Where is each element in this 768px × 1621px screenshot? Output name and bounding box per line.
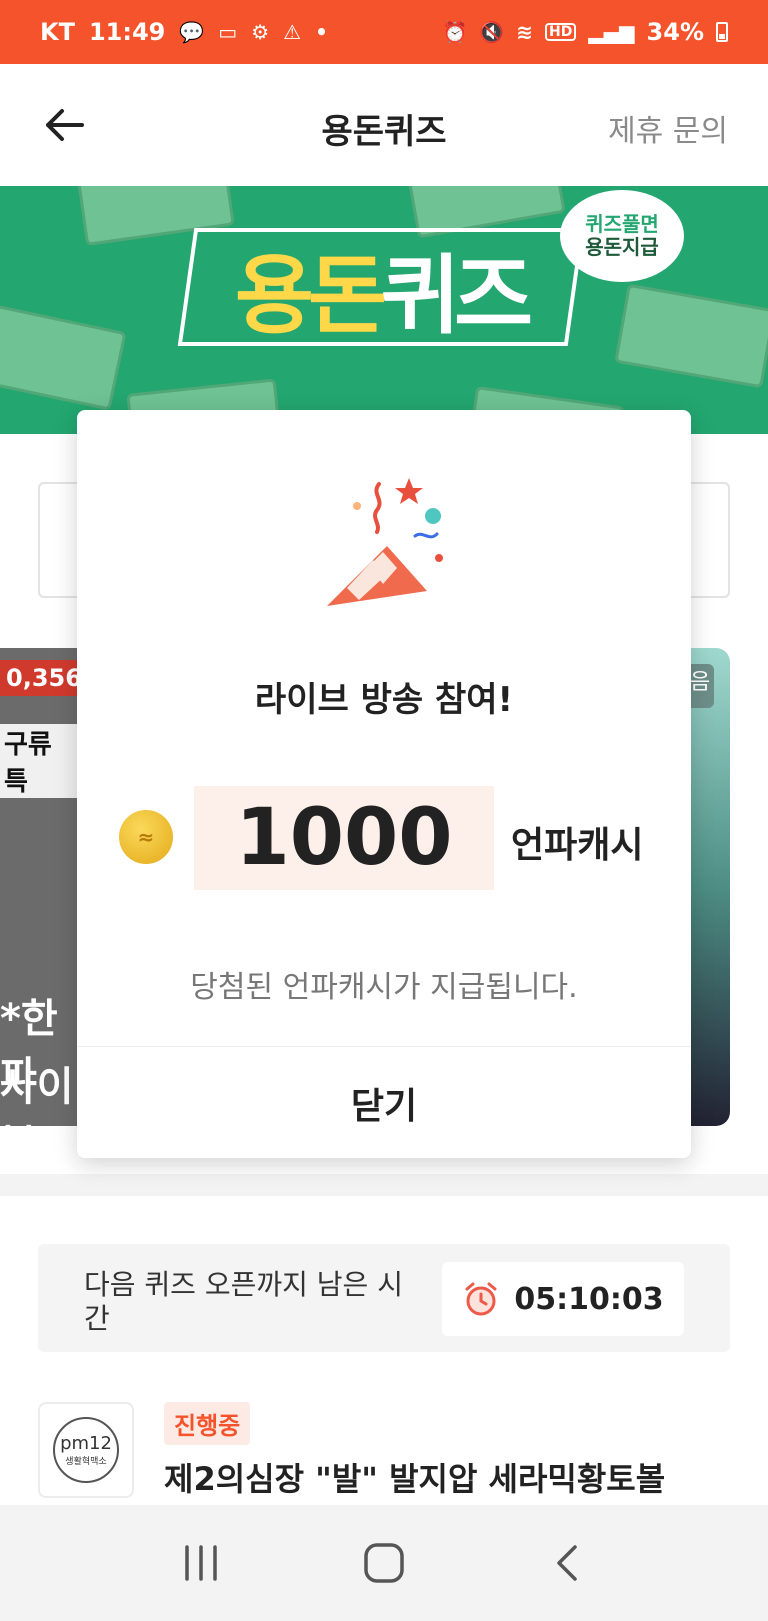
chevron-left-icon <box>556 1545 577 1581</box>
system-nav-bar <box>0 1505 768 1621</box>
screen: KT 11:49 💬 ▭ ⚙ ⚠ • ⏰ 🔇 ≋ HD ▂▄▆ 34% 용돈퀴즈… <box>0 0 768 1621</box>
modal-title: 라이브 방송 참여! <box>254 680 514 720</box>
back-nav-button[interactable] <box>537 1533 597 1593</box>
amount-box: 1000 <box>194 786 494 890</box>
close-button[interactable]: 닫기 <box>77 1047 691 1158</box>
modal-description: 당첨된 언파캐시가 지급됩니다. <box>190 970 578 1005</box>
reward-modal: 라이브 방송 참여! ≈ 1000 언파캐시 당첨된 언파캐시가 지급됩니다. … <box>77 410 691 1158</box>
home-button[interactable] <box>354 1533 414 1593</box>
recent-apps-button[interactable] <box>171 1533 231 1593</box>
party-popper-icon <box>327 478 443 606</box>
reward-unit: 언파캐시 <box>511 825 644 866</box>
reward-amount: 1000 <box>235 793 453 883</box>
coin-icon: ≈ <box>119 810 173 864</box>
home-icon <box>364 1543 404 1583</box>
recent-apps-icon <box>185 1545 218 1581</box>
